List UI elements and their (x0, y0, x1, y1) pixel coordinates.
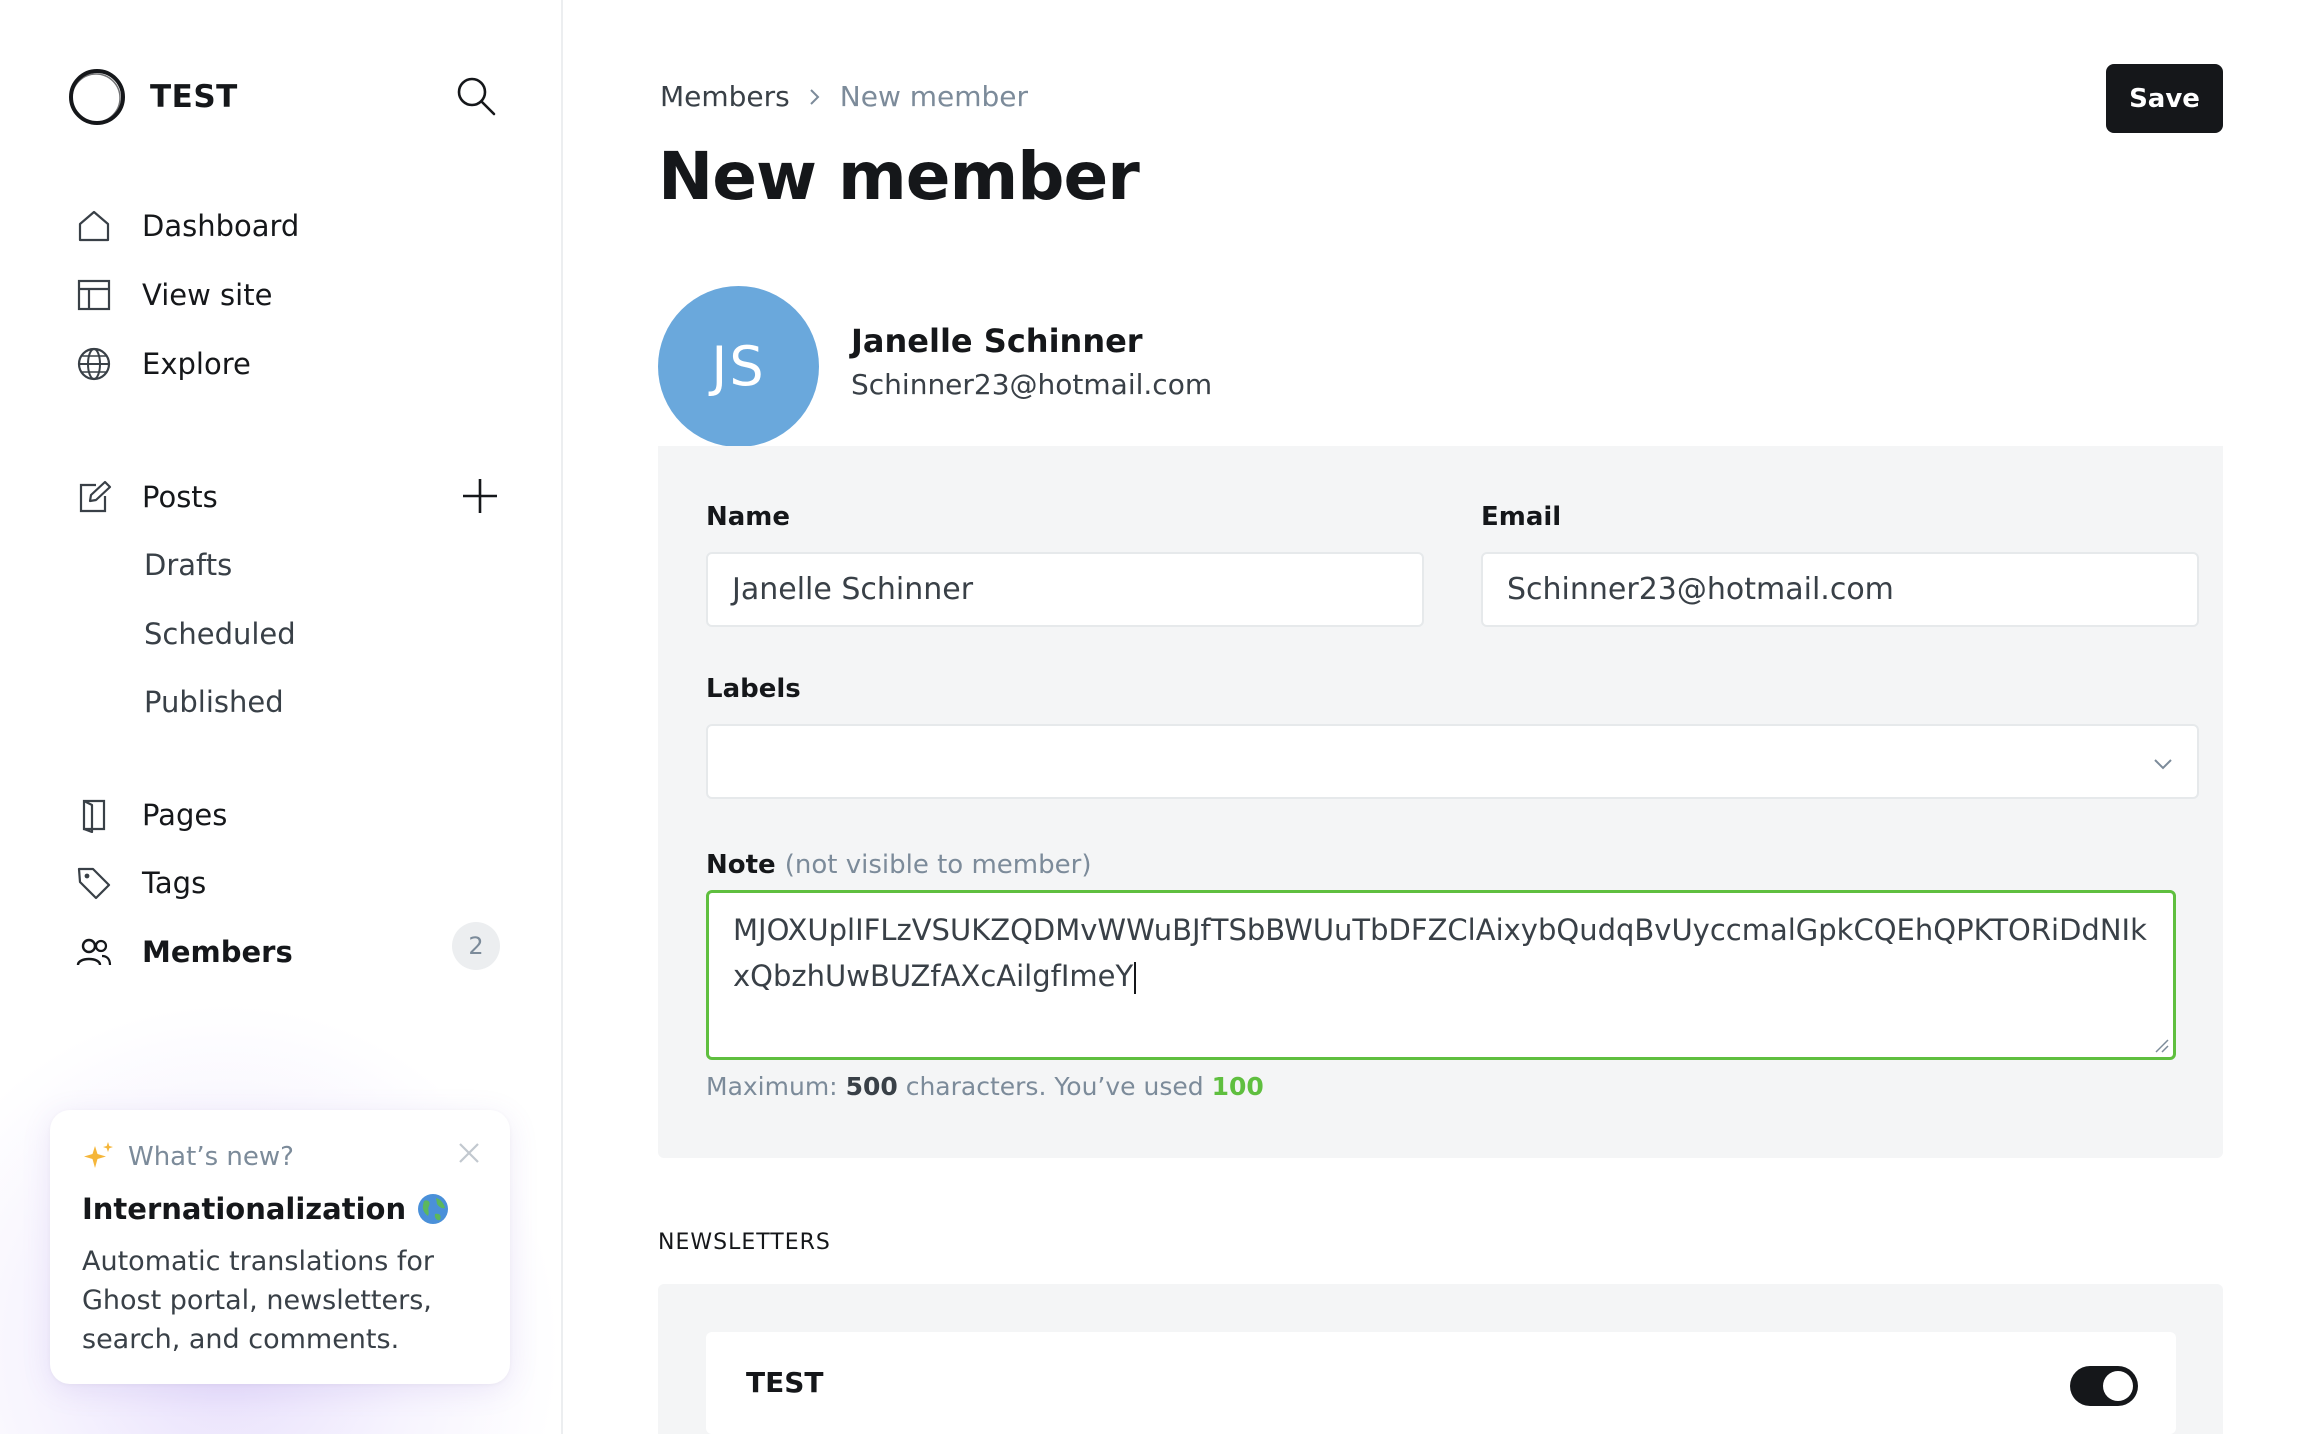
layout-icon (74, 275, 114, 315)
name-input[interactable]: Janelle Schinner (706, 552, 1424, 627)
newsletter-name: TEST (746, 1366, 824, 1399)
site-name: TEST (150, 79, 238, 115)
nav-label: Explore (142, 347, 251, 381)
toggle-knob (2103, 1371, 2133, 1401)
page-icon (74, 795, 114, 835)
whats-new-title: Internationalization (82, 1192, 478, 1226)
page-title: New member (658, 138, 1140, 215)
chevron-right-icon (810, 88, 820, 105)
member-form: Name Janelle Schinner Email Schinner23@h… (658, 446, 2223, 1158)
resize-handle-icon[interactable] (2153, 1037, 2169, 1053)
hint-used: 100 (1211, 1072, 1264, 1101)
whats-new-card[interactable]: What’s new? Internationalization Automat… (50, 1110, 510, 1384)
tag-icon (74, 863, 114, 903)
hint-max: 500 (845, 1072, 898, 1101)
chevron-down-icon (2154, 759, 2172, 770)
labels-select[interactable] (706, 724, 2199, 799)
nav-label: Pages (142, 798, 228, 832)
nav-drafts[interactable]: Drafts (144, 540, 232, 590)
avatar: JS (658, 286, 819, 447)
nav-label: Dashboard (142, 209, 300, 243)
globe-icon (74, 344, 114, 384)
members-count-badge: 2 (452, 922, 500, 970)
note-sublabel: (not visible to member) (784, 850, 1092, 880)
whats-new-body: Automatic translations for Ghost portal,… (82, 1246, 435, 1355)
whats-new-title-text: Internationalization (82, 1192, 407, 1226)
newsletter-subscription-toggle[interactable] (2070, 1366, 2138, 1406)
nav-label: Members (142, 935, 293, 969)
nav-explore[interactable]: Explore (74, 339, 251, 389)
search-icon[interactable] (454, 74, 498, 118)
earth-globe-icon (418, 1194, 449, 1224)
nav-view-site[interactable]: View site (74, 270, 272, 320)
whats-new-header: What’s new? (82, 1140, 478, 1174)
nav-label: View site (142, 278, 273, 312)
email-label: Email (1481, 502, 1562, 532)
members-icon (74, 932, 114, 972)
breadcrumb: Members New member (660, 80, 1028, 113)
newsletter-row: TEST (706, 1332, 2176, 1434)
note-label-text: Note (706, 850, 776, 880)
member-email: Schinner23@hotmail.com (851, 368, 1213, 401)
nav-pages[interactable]: Pages (74, 790, 227, 840)
whats-new-label: What’s new? (128, 1142, 294, 1172)
member-name: Janelle Schinner (851, 322, 1143, 360)
hint-middle: characters. You’ve used (905, 1072, 1204, 1101)
nav-tags[interactable]: Tags (74, 858, 206, 908)
newsletters-heading: NEWSLETTERS (658, 1230, 831, 1255)
nav-scheduled[interactable]: Scheduled (144, 609, 296, 659)
breadcrumb-current: New member (839, 80, 1029, 113)
hint-prefix: Maximum: (706, 1072, 838, 1101)
name-label: Name (706, 502, 791, 532)
note-character-hint: Maximum: 500 characters. You’ve used 100 (706, 1072, 1264, 1101)
note-label: Note (not visible to member) (706, 850, 1091, 880)
brand[interactable]: TEST (66, 66, 238, 128)
labels-label: Labels (706, 674, 801, 704)
save-button[interactable]: Save (2106, 64, 2223, 133)
email-input[interactable]: Schinner23@hotmail.com (1481, 552, 2199, 627)
sparkle-icon (84, 1142, 113, 1168)
newsletters-card: TEST (658, 1284, 2223, 1434)
nav-dashboard[interactable]: Dashboard (74, 201, 299, 251)
new-post-plus-icon[interactable] (460, 476, 500, 516)
close-icon[interactable] (456, 1140, 482, 1166)
nav-published[interactable]: Published (144, 677, 284, 727)
nav-posts[interactable]: Posts (74, 472, 218, 522)
edit-icon (74, 477, 114, 517)
note-textarea[interactable]: MJOXUplIFLzVSUKZQDMvWWuBJfTSbBWUuTbDFZCl… (706, 890, 2176, 1060)
note-text: MJOXUplIFLzVSUKZQDMvWWuBJfTSbBWUuTbDFZCl… (733, 913, 2147, 993)
nav-label: Posts (142, 480, 218, 514)
home-icon (74, 206, 114, 246)
nav-label: Tags (142, 866, 207, 900)
nav-members[interactable]: Members (74, 927, 293, 977)
breadcrumb-members-link[interactable]: Members (660, 80, 790, 113)
text-cursor (1134, 962, 1137, 994)
site-logo-icon (69, 69, 125, 125)
sidebar: TEST Dashboard View site Explore Posts D… (0, 0, 563, 1434)
